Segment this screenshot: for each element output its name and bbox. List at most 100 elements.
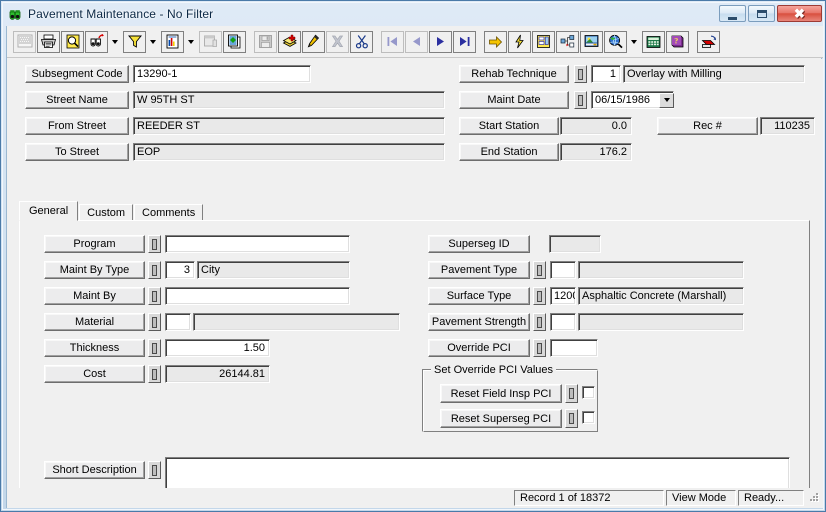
pavement-strength-description-field[interactable] — [578, 313, 744, 331]
calculator-button[interactable] — [642, 30, 665, 53]
end-station-label[interactable]: End Station — [459, 143, 559, 161]
maint-by-type-code-field[interactable]: 3 — [165, 261, 195, 279]
minimize-button[interactable] — [719, 5, 746, 22]
surface-type-code-field[interactable]: 1200 — [550, 287, 576, 305]
superseg-id-field[interactable] — [549, 235, 601, 253]
properties-button[interactable] — [199, 30, 222, 53]
quick-action-button[interactable] — [508, 30, 531, 53]
reset-field-insp-pci-spin[interactable] — [565, 384, 578, 403]
copy-record-button[interactable] — [223, 30, 246, 53]
surface-type-lookup-button[interactable] — [533, 287, 546, 305]
next-record-button[interactable] — [429, 30, 452, 53]
filter-dropdown[interactable] — [147, 31, 159, 53]
maint-by-field[interactable] — [165, 287, 350, 305]
map-button[interactable] — [604, 30, 627, 53]
maint-by-type-label[interactable]: Maint By Type — [44, 261, 145, 279]
thickness-spin-button[interactable] — [148, 339, 161, 357]
end-station-field[interactable]: 176.2 — [560, 143, 632, 161]
tab-general[interactable]: General — [19, 201, 79, 221]
goto-button[interactable] — [484, 30, 507, 53]
title-bar[interactable]: Pavement Maintenance - No Filter ✖ — [3, 3, 825, 25]
image-viewer-button[interactable] — [580, 30, 603, 53]
street-name-label[interactable]: Street Name — [25, 91, 129, 109]
override-pci-spin-button[interactable] — [533, 339, 546, 357]
start-station-field[interactable]: 0.0 — [560, 117, 632, 135]
program-lookup-button[interactable] — [148, 235, 161, 253]
surface-type-label[interactable]: Surface Type — [428, 287, 530, 305]
maint-date-dropdown-button[interactable] — [659, 92, 674, 108]
thickness-label[interactable]: Thickness — [44, 339, 145, 357]
pavement-strength-label[interactable]: Pavement Strength — [428, 313, 530, 331]
short-description-lookup-button[interactable] — [148, 461, 161, 479]
previous-record-button[interactable] — [405, 30, 428, 53]
pavement-type-lookup-button[interactable] — [533, 261, 546, 279]
cost-field[interactable]: 26144.81 — [165, 365, 270, 383]
save-button[interactable] — [254, 30, 277, 53]
help-button[interactable]: ? — [666, 30, 689, 53]
pavement-strength-lookup-button[interactable] — [533, 313, 546, 331]
subsegment-code-field[interactable]: 13290-1 — [133, 65, 311, 83]
cost-spin-button[interactable] — [148, 365, 161, 383]
grid-view-button[interactable] — [13, 30, 36, 53]
reset-field-insp-pci-button[interactable]: Reset Field Insp PCI — [440, 384, 562, 403]
subsegment-code-label[interactable]: Subsegment Code — [25, 65, 129, 83]
program-label[interactable]: Program — [44, 235, 145, 253]
find-dropdown[interactable] — [109, 31, 121, 53]
first-record-button[interactable] — [381, 30, 404, 53]
maint-by-type-lookup-button[interactable] — [148, 261, 161, 279]
close-button[interactable]: ✖ — [777, 5, 822, 22]
maint-by-lookup-button[interactable] — [148, 287, 161, 305]
override-pci-field[interactable] — [550, 339, 598, 357]
delete-record-button[interactable] — [326, 30, 349, 53]
tree-view-button[interactable] — [556, 30, 579, 53]
report-dropdown[interactable] — [185, 31, 197, 53]
to-street-label[interactable]: To Street — [25, 143, 129, 161]
cost-label[interactable]: Cost — [44, 365, 145, 383]
from-street-field[interactable]: REEDER ST — [133, 117, 445, 135]
last-record-button[interactable] — [453, 30, 476, 53]
reset-field-insp-pci-checkbox[interactable] — [582, 386, 595, 399]
program-field[interactable] — [165, 235, 350, 253]
rehab-technique-lookup-button[interactable] — [574, 65, 587, 83]
map-dropdown[interactable] — [628, 31, 640, 53]
pavement-strength-code-field[interactable] — [550, 313, 576, 331]
reset-superseg-pci-spin[interactable] — [565, 409, 578, 428]
maint-date-label[interactable]: Maint Date — [459, 91, 569, 109]
material-label[interactable]: Material — [44, 313, 145, 331]
rehab-technique-label[interactable]: Rehab Technique — [459, 65, 569, 83]
print-preview-button[interactable] — [61, 30, 84, 53]
pavement-type-code-field[interactable] — [550, 261, 576, 279]
rec-number-label[interactable]: Rec # — [657, 117, 758, 135]
rec-number-field[interactable]: 110235 — [760, 117, 815, 135]
maximize-button[interactable] — [748, 5, 775, 22]
thickness-field[interactable]: 1.50 — [165, 339, 270, 357]
add-record-button[interactable] — [278, 30, 301, 53]
cut-button[interactable] — [350, 30, 373, 53]
edit-record-button[interactable] — [302, 30, 325, 53]
maint-by-type-description-field[interactable]: City — [197, 261, 350, 279]
superseg-id-label[interactable]: Superseg ID — [428, 235, 530, 253]
reset-superseg-pci-button[interactable]: Reset Superseg PCI — [440, 409, 562, 428]
street-name-field[interactable]: W 95TH ST — [133, 91, 445, 109]
layout-button[interactable] — [532, 30, 555, 53]
reset-superseg-pci-checkbox[interactable] — [582, 411, 595, 424]
rehab-technique-description-field[interactable]: Overlay with Milling — [623, 65, 805, 83]
from-street-label[interactable]: From Street — [25, 117, 129, 135]
surface-type-description-field[interactable]: Asphaltic Concrete (Marshall) — [578, 287, 744, 305]
short-description-label[interactable]: Short Description — [44, 461, 145, 479]
maint-date-lookup-button[interactable] — [574, 91, 587, 109]
material-code-field[interactable] — [165, 313, 191, 331]
rehab-technique-code-field[interactable]: 1 — [591, 65, 621, 83]
override-pci-label[interactable]: Override PCI — [428, 339, 530, 357]
maint-by-label[interactable]: Maint By — [44, 287, 145, 305]
material-description-field[interactable] — [193, 313, 400, 331]
report-button[interactable] — [161, 30, 184, 53]
find-button[interactable] — [85, 30, 108, 53]
material-lookup-button[interactable] — [148, 313, 161, 331]
filter-button[interactable] — [123, 30, 146, 53]
print-button[interactable] — [37, 30, 60, 53]
to-street-field[interactable]: EOP — [133, 143, 445, 161]
exit-button[interactable] — [697, 30, 720, 53]
pavement-type-description-field[interactable] — [578, 261, 744, 279]
start-station-label[interactable]: Start Station — [459, 117, 559, 135]
